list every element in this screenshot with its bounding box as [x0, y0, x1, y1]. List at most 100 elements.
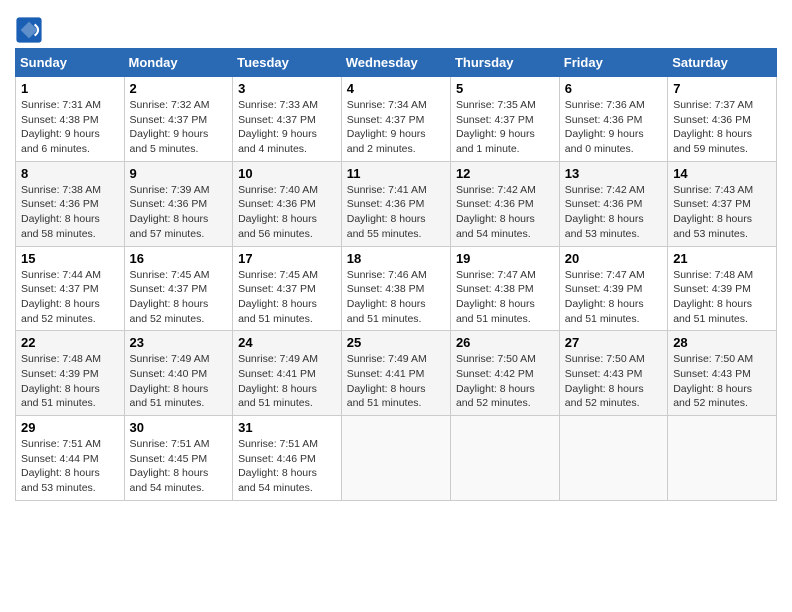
day-info: Sunrise: 7:45 AMSunset: 4:37 PMDaylight:…: [130, 269, 210, 325]
day-info: Sunrise: 7:33 AMSunset: 4:37 PMDaylight:…: [238, 99, 318, 155]
day-cell: 25 Sunrise: 7:49 AMSunset: 4:41 PMDaylig…: [341, 331, 450, 416]
day-info: Sunrise: 7:46 AMSunset: 4:38 PMDaylight:…: [347, 269, 427, 325]
day-number: 10: [238, 166, 336, 181]
day-cell: [668, 416, 777, 501]
day-info: Sunrise: 7:43 AMSunset: 4:37 PMDaylight:…: [673, 184, 753, 240]
day-cell: 5 Sunrise: 7:35 AMSunset: 4:37 PMDayligh…: [450, 77, 559, 162]
day-number: 20: [565, 251, 662, 266]
day-info: Sunrise: 7:42 AMSunset: 4:36 PMDaylight:…: [456, 184, 536, 240]
day-number: 21: [673, 251, 771, 266]
day-number: 22: [21, 335, 119, 350]
day-cell: 8 Sunrise: 7:38 AMSunset: 4:36 PMDayligh…: [16, 161, 125, 246]
day-number: 4: [347, 81, 445, 96]
day-number: 29: [21, 420, 119, 435]
logo: [15, 10, 47, 44]
day-cell: 16 Sunrise: 7:45 AMSunset: 4:37 PMDaylig…: [124, 246, 233, 331]
day-number: 2: [130, 81, 228, 96]
day-cell: 13 Sunrise: 7:42 AMSunset: 4:36 PMDaylig…: [559, 161, 667, 246]
day-info: Sunrise: 7:51 AMSunset: 4:46 PMDaylight:…: [238, 438, 318, 494]
day-cell: 28 Sunrise: 7:50 AMSunset: 4:43 PMDaylig…: [668, 331, 777, 416]
day-cell: 29 Sunrise: 7:51 AMSunset: 4:44 PMDaylig…: [16, 416, 125, 501]
day-number: 25: [347, 335, 445, 350]
day-info: Sunrise: 7:44 AMSunset: 4:37 PMDaylight:…: [21, 269, 101, 325]
col-header-sunday: Sunday: [16, 49, 125, 77]
day-cell: 4 Sunrise: 7:34 AMSunset: 4:37 PMDayligh…: [341, 77, 450, 162]
day-cell: 19 Sunrise: 7:47 AMSunset: 4:38 PMDaylig…: [450, 246, 559, 331]
day-cell: 14 Sunrise: 7:43 AMSunset: 4:37 PMDaylig…: [668, 161, 777, 246]
day-number: 16: [130, 251, 228, 266]
day-number: 27: [565, 335, 662, 350]
day-cell: 26 Sunrise: 7:50 AMSunset: 4:42 PMDaylig…: [450, 331, 559, 416]
col-header-thursday: Thursday: [450, 49, 559, 77]
day-number: 18: [347, 251, 445, 266]
day-number: 12: [456, 166, 554, 181]
week-row-3: 15 Sunrise: 7:44 AMSunset: 4:37 PMDaylig…: [16, 246, 777, 331]
day-info: Sunrise: 7:37 AMSunset: 4:36 PMDaylight:…: [673, 99, 753, 155]
col-header-saturday: Saturday: [668, 49, 777, 77]
day-cell: [341, 416, 450, 501]
day-cell: 1 Sunrise: 7:31 AMSunset: 4:38 PMDayligh…: [16, 77, 125, 162]
day-cell: 10 Sunrise: 7:40 AMSunset: 4:36 PMDaylig…: [233, 161, 342, 246]
day-number: 1: [21, 81, 119, 96]
col-header-tuesday: Tuesday: [233, 49, 342, 77]
col-header-monday: Monday: [124, 49, 233, 77]
day-info: Sunrise: 7:50 AMSunset: 4:43 PMDaylight:…: [565, 353, 645, 409]
day-number: 24: [238, 335, 336, 350]
week-row-4: 22 Sunrise: 7:48 AMSunset: 4:39 PMDaylig…: [16, 331, 777, 416]
day-info: Sunrise: 7:48 AMSunset: 4:39 PMDaylight:…: [673, 269, 753, 325]
day-number: 31: [238, 420, 336, 435]
day-cell: 31 Sunrise: 7:51 AMSunset: 4:46 PMDaylig…: [233, 416, 342, 501]
day-cell: 22 Sunrise: 7:48 AMSunset: 4:39 PMDaylig…: [16, 331, 125, 416]
day-cell: [450, 416, 559, 501]
day-cell: 21 Sunrise: 7:48 AMSunset: 4:39 PMDaylig…: [668, 246, 777, 331]
day-cell: 6 Sunrise: 7:36 AMSunset: 4:36 PMDayligh…: [559, 77, 667, 162]
day-cell: 27 Sunrise: 7:50 AMSunset: 4:43 PMDaylig…: [559, 331, 667, 416]
day-info: Sunrise: 7:48 AMSunset: 4:39 PMDaylight:…: [21, 353, 101, 409]
day-cell: 12 Sunrise: 7:42 AMSunset: 4:36 PMDaylig…: [450, 161, 559, 246]
day-number: 6: [565, 81, 662, 96]
day-info: Sunrise: 7:32 AMSunset: 4:37 PMDaylight:…: [130, 99, 210, 155]
day-number: 14: [673, 166, 771, 181]
day-cell: 9 Sunrise: 7:39 AMSunset: 4:36 PMDayligh…: [124, 161, 233, 246]
day-number: 30: [130, 420, 228, 435]
day-cell: 20 Sunrise: 7:47 AMSunset: 4:39 PMDaylig…: [559, 246, 667, 331]
day-number: 7: [673, 81, 771, 96]
day-info: Sunrise: 7:42 AMSunset: 4:36 PMDaylight:…: [565, 184, 645, 240]
day-number: 9: [130, 166, 228, 181]
day-info: Sunrise: 7:51 AMSunset: 4:44 PMDaylight:…: [21, 438, 101, 494]
day-info: Sunrise: 7:51 AMSunset: 4:45 PMDaylight:…: [130, 438, 210, 494]
day-info: Sunrise: 7:40 AMSunset: 4:36 PMDaylight:…: [238, 184, 318, 240]
day-info: Sunrise: 7:38 AMSunset: 4:36 PMDaylight:…: [21, 184, 101, 240]
day-info: Sunrise: 7:49 AMSunset: 4:40 PMDaylight:…: [130, 353, 210, 409]
day-info: Sunrise: 7:50 AMSunset: 4:42 PMDaylight:…: [456, 353, 536, 409]
day-info: Sunrise: 7:39 AMSunset: 4:36 PMDaylight:…: [130, 184, 210, 240]
day-cell: 11 Sunrise: 7:41 AMSunset: 4:36 PMDaylig…: [341, 161, 450, 246]
header-row: SundayMondayTuesdayWednesdayThursdayFrid…: [16, 49, 777, 77]
week-row-1: 1 Sunrise: 7:31 AMSunset: 4:38 PMDayligh…: [16, 77, 777, 162]
day-number: 23: [130, 335, 228, 350]
day-info: Sunrise: 7:35 AMSunset: 4:37 PMDaylight:…: [456, 99, 536, 155]
day-number: 28: [673, 335, 771, 350]
day-number: 5: [456, 81, 554, 96]
day-info: Sunrise: 7:36 AMSunset: 4:36 PMDaylight:…: [565, 99, 645, 155]
day-info: Sunrise: 7:41 AMSunset: 4:36 PMDaylight:…: [347, 184, 427, 240]
calendar-table: SundayMondayTuesdayWednesdayThursdayFrid…: [15, 48, 777, 501]
day-info: Sunrise: 7:49 AMSunset: 4:41 PMDaylight:…: [238, 353, 318, 409]
day-info: Sunrise: 7:45 AMSunset: 4:37 PMDaylight:…: [238, 269, 318, 325]
week-row-5: 29 Sunrise: 7:51 AMSunset: 4:44 PMDaylig…: [16, 416, 777, 501]
day-cell: 7 Sunrise: 7:37 AMSunset: 4:36 PMDayligh…: [668, 77, 777, 162]
day-number: 15: [21, 251, 119, 266]
day-cell: 30 Sunrise: 7:51 AMSunset: 4:45 PMDaylig…: [124, 416, 233, 501]
day-info: Sunrise: 7:47 AMSunset: 4:38 PMDaylight:…: [456, 269, 536, 325]
day-cell: 17 Sunrise: 7:45 AMSunset: 4:37 PMDaylig…: [233, 246, 342, 331]
logo-icon: [15, 16, 43, 44]
header: [15, 10, 777, 44]
week-row-2: 8 Sunrise: 7:38 AMSunset: 4:36 PMDayligh…: [16, 161, 777, 246]
day-cell: 3 Sunrise: 7:33 AMSunset: 4:37 PMDayligh…: [233, 77, 342, 162]
day-cell: [559, 416, 667, 501]
day-number: 3: [238, 81, 336, 96]
day-cell: 23 Sunrise: 7:49 AMSunset: 4:40 PMDaylig…: [124, 331, 233, 416]
day-cell: 2 Sunrise: 7:32 AMSunset: 4:37 PMDayligh…: [124, 77, 233, 162]
day-info: Sunrise: 7:50 AMSunset: 4:43 PMDaylight:…: [673, 353, 753, 409]
day-number: 13: [565, 166, 662, 181]
